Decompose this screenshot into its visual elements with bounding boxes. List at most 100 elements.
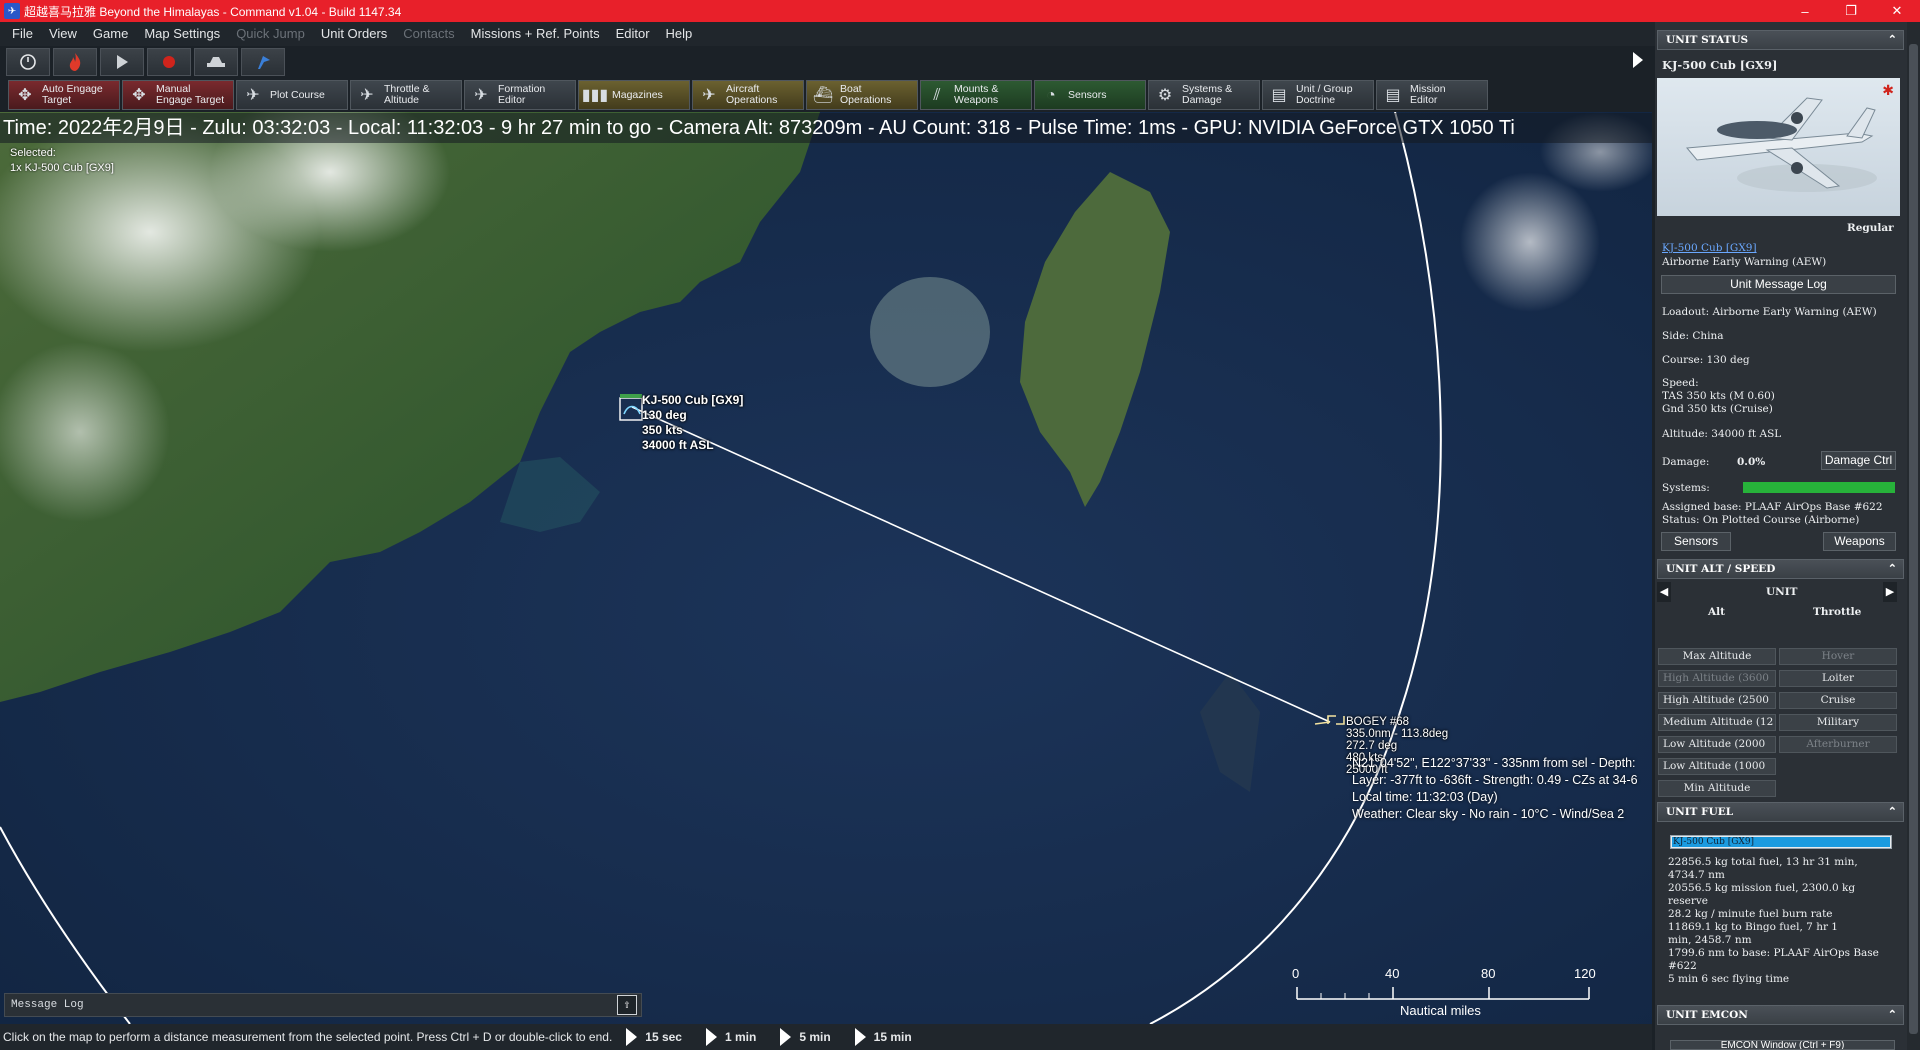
throttle-altitude-label: Throttle & Altitude xyxy=(384,83,430,106)
systems-damage-button[interactable]: ⚙ Systems & Damage xyxy=(1148,80,1260,110)
fuel-header[interactable]: UNIT FUEL ⌃ xyxy=(1657,802,1904,822)
fuel-bar: KJ-500 Cub [GX9] xyxy=(1670,835,1892,849)
panel-scrollbar[interactable] xyxy=(1907,22,1920,1050)
emcon-header[interactable]: UNIT EMCON ⌃ xyxy=(1657,1005,1904,1025)
collapse-icon[interactable]: ⌃ xyxy=(1888,803,1897,821)
orders-toolbar: ✥ Auto Engage Target ✥ Manual Engage Target… xyxy=(8,80,1488,110)
speed-gnd: Gnd 350 kts (Cruise) xyxy=(1662,403,1773,415)
time-compression-1-min[interactable]: 1 min xyxy=(705,1028,756,1046)
aircraft-button[interactable] xyxy=(194,48,238,76)
menu-unit-orders[interactable]: Unit Orders xyxy=(313,22,395,46)
scrollbar-thumb[interactable] xyxy=(1909,44,1918,1034)
selected-item: 1x KJ-500 Cub [GX9] xyxy=(10,162,114,174)
systems-label: Systems: xyxy=(1662,482,1710,494)
altitude-option[interactable]: Low Altitude (1000 xyxy=(1658,758,1776,775)
clock-icon xyxy=(20,54,36,70)
time-compression-15-min[interactable]: 15 min xyxy=(854,1028,912,1046)
throttle-altitude-button[interactable]: ✈ Throttle & Altitude xyxy=(350,80,462,110)
boat-operations-button[interactable]: ⛴ Boat Operations xyxy=(806,80,918,110)
throttle-option: Afterburner xyxy=(1779,736,1897,753)
minimize-button[interactable]: – xyxy=(1782,0,1828,22)
expand-log-icon[interactable]: ⇧ xyxy=(617,995,637,1015)
menu-editor[interactable]: Editor xyxy=(608,22,658,46)
altitude-option: High Altitude (3600 xyxy=(1658,670,1776,687)
mission-editor-icon: ▤ xyxy=(1385,86,1401,104)
manual-engage-target-button[interactable]: ✥ Manual Engage Target xyxy=(122,80,234,110)
unit-class-link[interactable]: KJ-500 Cub [GX9] xyxy=(1662,242,1757,255)
aircraft-operations-button[interactable]: ✈ Aircraft Operations xyxy=(692,80,804,110)
altitude-option[interactable]: High Altitude (2500 xyxy=(1658,692,1776,709)
throttle-option[interactable]: Cruise xyxy=(1779,692,1897,709)
menu-help[interactable]: Help xyxy=(658,22,701,46)
collapse-icon[interactable]: ⌃ xyxy=(1888,1006,1897,1024)
time-compression-label: 15 min xyxy=(873,1030,912,1044)
china-flag-icon: ✱ xyxy=(1882,82,1894,98)
unit-map-label: KJ-500 Cub [GX9] 130 deg 350 kts 34000 f… xyxy=(642,393,743,453)
magazines-button[interactable]: ▮▮▮ Magazines xyxy=(578,80,690,110)
flag-icon xyxy=(258,56,270,69)
altitude-option[interactable]: Min Altitude xyxy=(1658,780,1776,797)
fuel-line: 11869.1 kg to Bingo fuel, 7 hr 1 xyxy=(1668,921,1838,933)
menu-view[interactable]: View xyxy=(41,22,85,46)
sensors-button[interactable]: ◔ Sensors xyxy=(1034,80,1146,110)
record-button[interactable] xyxy=(147,48,191,76)
scale-tick-120: 120 xyxy=(1574,966,1596,981)
mounts-weapons-label: Mounts & Weapons xyxy=(954,83,999,106)
menu-map-settings[interactable]: Map Settings xyxy=(136,22,228,46)
emcon-window-button[interactable]: EMCON Window (Ctrl + F9) xyxy=(1670,1040,1895,1050)
formation-editor-button[interactable]: ✈ Formation Editor xyxy=(464,80,576,110)
unit-group-doctrine-label: Unit / Group Doctrine xyxy=(1296,83,1353,106)
next-unit-button[interactable]: ▶ xyxy=(1883,582,1897,602)
map-view[interactable] xyxy=(0,112,1652,1024)
menu-file[interactable]: File xyxy=(4,22,41,46)
unit-label-altitude: 34000 ft ASL xyxy=(642,438,714,452)
damage-value: 0.0% xyxy=(1737,456,1766,468)
plot-course-button[interactable]: ✈ Plot Course xyxy=(236,80,348,110)
play-button[interactable] xyxy=(100,48,144,76)
collapse-icon[interactable]: ⌃ xyxy=(1888,560,1897,578)
throttle-option[interactable]: Loiter xyxy=(1779,670,1897,687)
side: Side: China xyxy=(1662,330,1724,342)
menu-contacts[interactable]: Contacts xyxy=(395,22,462,46)
bogey-label-range: 335.0nm - 113.8deg xyxy=(1346,728,1449,740)
hover-info-local-time: Local time: 11:32:03 (Day) xyxy=(1352,790,1498,804)
record-icon xyxy=(163,56,175,68)
manual-engage-target-icon: ✥ xyxy=(132,86,146,104)
unit-status-header[interactable]: UNIT STATUS ⌃ xyxy=(1657,30,1904,50)
menu-missions-ref-points[interactable]: Missions + Ref. Points xyxy=(463,22,608,46)
mounts-weapons-button[interactable]: ⫽ Mounts & Weapons xyxy=(920,80,1032,110)
selected-units: Selected: 1x KJ-500 Cub [GX9] xyxy=(10,146,114,176)
weapons-panel-button[interactable]: Weapons xyxy=(1823,532,1896,551)
time-compression-15-sec[interactable]: 15 sec xyxy=(626,1028,682,1046)
fire-button[interactable] xyxy=(53,48,97,76)
altitude-option[interactable]: Max Altitude xyxy=(1658,648,1776,665)
menu-game[interactable]: Game xyxy=(85,22,136,46)
close-button[interactable]: ✕ xyxy=(1874,0,1920,22)
title-bar: ✈ 超越喜马拉雅 Beyond the Himalayas - Command … xyxy=(0,0,1920,22)
prev-unit-button[interactable]: ◀ xyxy=(1657,582,1671,602)
fuel-bar-label: KJ-500 Cub [GX9] xyxy=(1673,837,1755,847)
fuel-line: min, 2458.7 nm xyxy=(1668,934,1752,946)
altitude-option[interactable]: Medium Altitude (12 xyxy=(1658,714,1776,731)
reference-point-button[interactable] xyxy=(241,48,285,76)
collapse-icon[interactable]: ⌃ xyxy=(1888,31,1897,49)
alt-speed-header[interactable]: UNIT ALT / SPEED ⌃ xyxy=(1657,559,1904,579)
panel-toggle-button[interactable] xyxy=(1628,48,1648,72)
menu-quick-jump[interactable]: Quick Jump xyxy=(228,22,313,46)
clock-button[interactable] xyxy=(6,48,50,76)
boat-operations-label: Boat Operations xyxy=(840,83,892,106)
mission-editor-button[interactable]: ▤ Mission Editor xyxy=(1376,80,1488,110)
altitude-option[interactable]: Low Altitude (2000 xyxy=(1658,736,1776,753)
fuel-line: 4734.7 nm xyxy=(1668,869,1725,881)
time-compression-5-min[interactable]: 5 min xyxy=(780,1028,831,1046)
throttle-option[interactable]: Military xyxy=(1779,714,1897,731)
auto-engage-target-button[interactable]: ✥ Auto Engage Target xyxy=(8,80,120,110)
unit-group-doctrine-button[interactable]: ▤ Unit / Group Doctrine xyxy=(1262,80,1374,110)
restore-button[interactable]: ❐ xyxy=(1828,0,1874,22)
damage-label: Damage: xyxy=(1662,456,1710,468)
damage-control-button[interactable]: Damage Ctrl xyxy=(1821,451,1896,470)
unit-label-name: KJ-500 Cub [GX9] xyxy=(642,393,744,407)
unit-message-log-button[interactable]: Unit Message Log xyxy=(1661,275,1896,294)
message-log-bar[interactable]: Message Log ⇧ xyxy=(4,993,642,1017)
sensors-panel-button[interactable]: Sensors xyxy=(1661,532,1731,551)
